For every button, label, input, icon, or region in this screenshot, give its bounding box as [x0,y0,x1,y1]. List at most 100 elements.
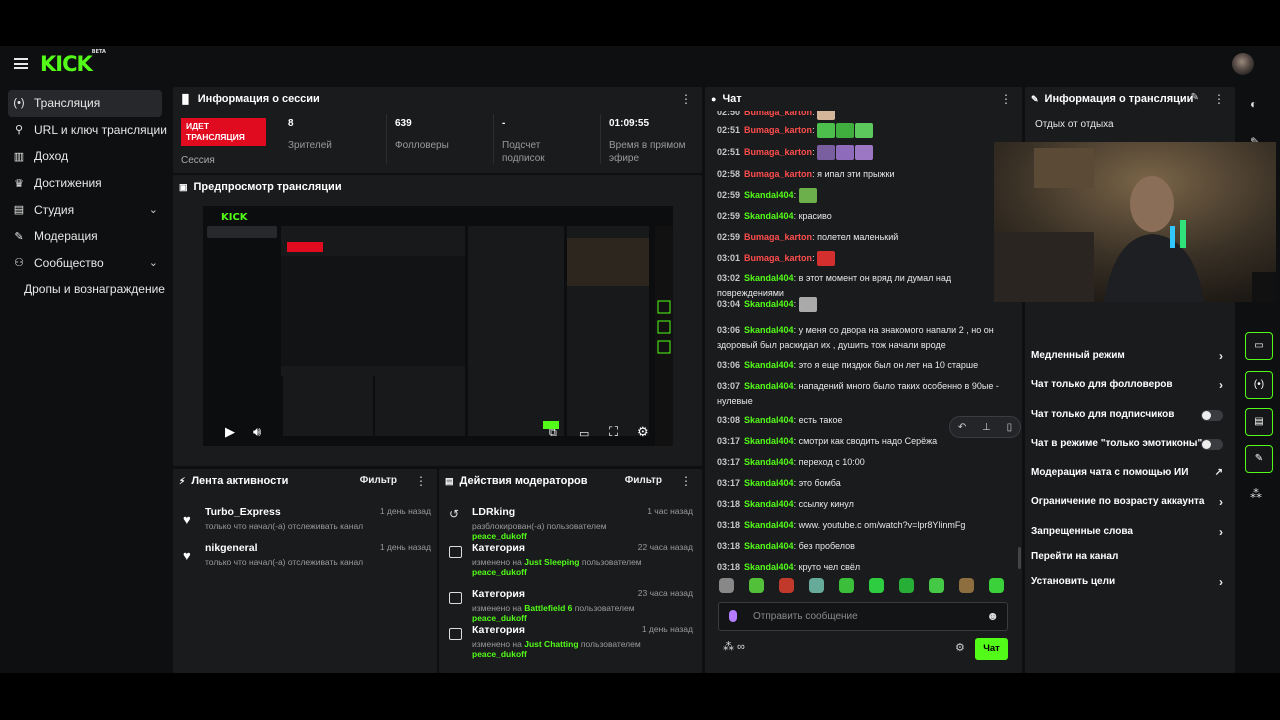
play-icon[interactable]: ▶ [225,424,235,440]
chat-message[interactable]: 03:18 Skandal404: без пробелов [717,539,1007,554]
stream-option[interactable]: Ограничение по возрасту аккаунта › [1031,492,1229,512]
chat-message[interactable]: 03:07 Skandal404: нападений много было та… [717,379,1007,409]
sidebar-item-0[interactable]: (•) Трансляция [8,90,162,117]
chat-username[interactable]: Bumaga_karton [744,111,812,117]
emote-frog-icon[interactable] [749,578,764,593]
reply-icon[interactable]: ↶ [958,422,966,433]
chat-message[interactable]: 03:18 Skandal404: ссылку кинул [717,497,1007,512]
chat-message[interactable]: 02:51 Bumaga_karton: [717,123,1007,139]
chat-message[interactable]: 03:17 Skandal404: это бомба [717,476,1007,491]
mic-icon[interactable] [729,610,737,622]
chat-scrollbar[interactable] [1018,547,1021,569]
volume-icon[interactable]: 🔊︎ [253,424,261,440]
quick-action-button[interactable]: ▭ [1245,332,1273,360]
wrench-icon[interactable]: ✎ [1245,445,1273,473]
emote-ball-icon[interactable] [809,578,824,593]
pin-icon[interactable]: ⊥ [982,422,991,433]
chat-username[interactable]: Skandal404 [744,299,794,309]
emote-green-icon[interactable] [989,578,1004,593]
info-icon[interactable]: ◐ [1250,97,1257,111]
chat-username[interactable]: Skandal404 [744,520,794,530]
chevron-down-icon[interactable]: ⌄ [149,203,158,216]
chat-message[interactable]: 02:59 Bumaga_karton: полетел маленький [717,230,1007,245]
emote-green-icon[interactable] [869,578,884,593]
filter-button[interactable]: Фильтр [360,475,397,486]
chat-username[interactable]: Skandal404 [744,415,794,425]
filter-button[interactable]: Фильтр [625,475,662,486]
chat-message[interactable]: 03:18 Skandal404: круто чел свёл [717,560,1007,575]
chat-username[interactable]: Skandal404 [744,562,794,572]
chat-message[interactable]: 03:06 Skandal404: это я еще пиздюк был он… [717,358,1007,373]
kick-points-icon[interactable]: ⁂ ∞ [723,640,745,653]
chat-input[interactable]: Отправить сообщение ☻ [718,602,1008,631]
broadcast-icon[interactable]: (•) [1245,371,1273,399]
stream-option[interactable]: Чат только для фолловеров › [1031,375,1229,395]
chat-username[interactable]: Skandal404 [744,478,794,488]
send-chat-button[interactable]: Чат [975,638,1008,660]
chat-message[interactable]: 02:51 Bumaga_karton: [717,145,1007,161]
emote-green-icon[interactable] [899,578,914,593]
chat-message[interactable]: 02:50 Bumaga_karton: [717,111,1007,121]
chat-username[interactable]: Skandal404 [744,541,794,551]
chat-messages[interactable]: 02:50 Bumaga_karton: 02:51 Bumaga_karton: … [713,111,1013,576]
pip-icon[interactable]: ⧉ [549,427,557,440]
stream-option[interactable]: Запрещенные слова › [1031,522,1229,542]
chat-username[interactable]: Bumaga_karton [744,232,812,242]
chat-username[interactable]: Bumaga_karton [744,253,812,263]
sidebar-item-1[interactable]: ⚲ URL и ключ трансляции [0,117,170,144]
chat-message[interactable]: 02:59 Skandal404: красиво [717,209,1007,224]
emote-green-icon[interactable] [929,578,944,593]
chat-username[interactable]: Skandal404 [744,499,794,509]
sidebar-item-3[interactable]: ♛ Достижения [0,170,170,197]
stream-option[interactable]: Модерация чата с помощью ИИ ↗ [1031,463,1229,483]
chat-username[interactable]: Skandal404 [744,381,794,391]
hamburger-menu-icon[interactable] [14,58,28,69]
chat-username[interactable]: Bumaga_karton [744,169,812,179]
chat-message[interactable]: 03:17 Skandal404: переход с 10:00 [717,455,1007,470]
chat-username[interactable]: Bumaga_karton [744,125,812,135]
chat-username[interactable]: Skandal404 [744,436,794,446]
theater-icon[interactable]: ▭ [579,427,589,440]
toggle-switch[interactable] [1201,439,1223,450]
list-icon[interactable]: ▤ [1245,408,1273,436]
video-player[interactable]: KICK ▶ 🔊︎ ⧉ ▭ ⛶ ⚙ [203,206,673,446]
chat-message[interactable]: 03:01 Bumaga_karton: [717,251,1007,267]
more-options-icon[interactable]: ⋮ [1000,92,1012,106]
chat-message[interactable]: 02:58 Bumaga_karton: я ипал эти прыжки [717,167,1007,182]
more-options-icon[interactable]: ⋮ [415,474,427,488]
chat-username[interactable]: Skandal404 [744,273,794,283]
more-options-icon[interactable]: ⋮ [680,474,692,488]
chat-message[interactable]: 03:04 Skandal404: [717,297,1007,313]
chat-username[interactable]: Skandal404 [744,211,794,221]
kick-logo[interactable]: KICKBETA [40,49,106,76]
emote-green-icon[interactable] [839,578,854,593]
chat-message[interactable]: 03:18 Skandal404: www. youtube.c om/watch… [717,518,1007,533]
chevron-down-icon[interactable]: ⌄ [149,256,158,269]
sidebar-item-7[interactable]: Дропы и вознаграждение [0,276,170,303]
toggle-switch[interactable] [1201,410,1223,421]
more-options-icon[interactable]: ⋮ [680,92,692,106]
sidebar-item-5[interactable]: ✎ Модерация [0,223,170,250]
chat-username[interactable]: Skandal404 [744,457,794,467]
chat-settings-icon[interactable]: ⚙ [955,641,965,654]
chat-username[interactable]: Skandal404 [744,325,794,335]
kick-points-icon[interactable]: ⁂ [1250,487,1262,501]
stream-option[interactable]: Установить цели › [1031,572,1229,592]
chat-username[interactable]: Bumaga_karton [744,147,812,157]
emote-hat-icon[interactable] [959,578,974,593]
sidebar-item-4[interactable]: ▤ Студия ⌄ [0,196,170,223]
emoji-icon[interactable]: ☻ [986,609,999,623]
sidebar-item-2[interactable]: ▥ Доход [0,143,170,170]
stream-option[interactable]: Чат только для подписчиков [1031,405,1229,425]
sidebar-item-6[interactable]: ⚇ Сообщество ⌄ [0,250,170,277]
stream-option[interactable]: Чат в режиме "только эмотиконы" [1031,434,1229,454]
edit-icon[interactable]: ✎ [1191,92,1199,103]
emote-cat-icon[interactable] [719,578,734,593]
fullscreen-icon[interactable]: ⛶ [609,424,618,440]
stream-option[interactable]: Медленный режим › [1031,346,1229,366]
chat-username[interactable]: Skandal404 [744,190,794,200]
chat-username[interactable]: Skandal404 [744,360,794,370]
emote-angry-icon[interactable] [779,578,794,593]
more-options-icon[interactable]: ⋮ [1213,92,1225,106]
chat-message[interactable]: 03:06 Skandal404: у меня со двора на знак… [717,323,1007,353]
